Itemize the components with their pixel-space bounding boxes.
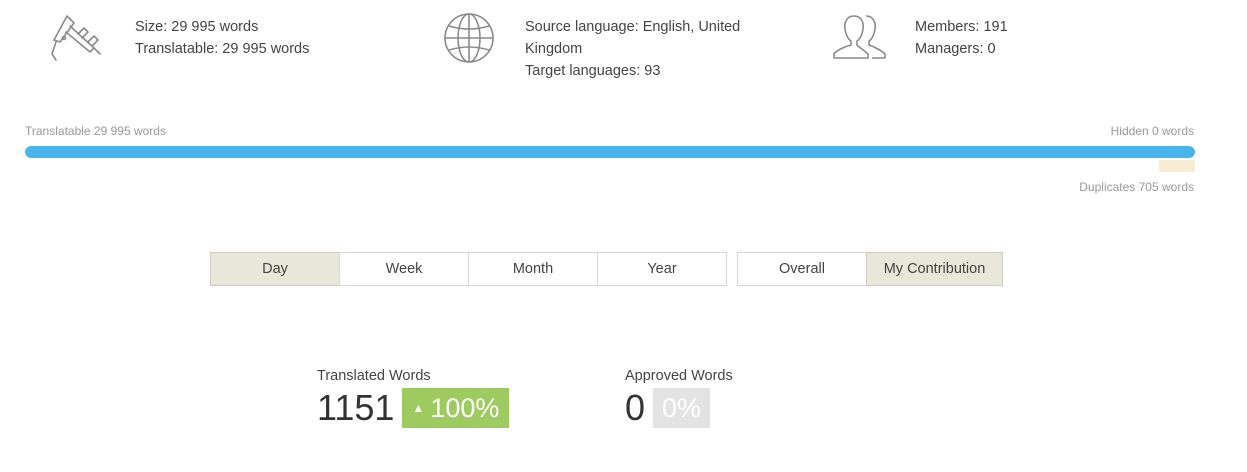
scope-tabs: Overall My Contribution	[737, 252, 1003, 286]
approved-change-badge: 0%	[653, 388, 711, 428]
source-language-text: Source language: English, United Kingdom	[525, 19, 741, 57]
duplicates-words-label: Duplicates 705 words	[1079, 180, 1194, 194]
translatable-words-label: Translatable 29 995 words	[25, 124, 166, 138]
words-progress-bar	[25, 146, 1195, 158]
tab-overall[interactable]: Overall	[737, 252, 867, 286]
managers-text: Managers: 0	[915, 41, 996, 57]
approved-words-value: 0	[625, 387, 646, 428]
period-tabs: Day Week Month Year	[210, 252, 727, 286]
translated-words-metric: Translated Words 1151 ▲ 100%	[317, 368, 510, 428]
tab-day[interactable]: Day	[210, 252, 340, 286]
approved-words-label: Approved Words	[625, 368, 733, 384]
users-icon	[832, 14, 888, 67]
tab-my-contribution[interactable]: My Contribution	[866, 252, 1003, 286]
caliper-icon	[50, 14, 106, 69]
translated-change-value: 100%	[430, 392, 500, 423]
duplicates-strip	[1159, 160, 1195, 172]
tab-year[interactable]: Year	[597, 252, 727, 286]
translated-words-value: 1151	[317, 387, 395, 428]
tab-week[interactable]: Week	[339, 252, 469, 286]
translated-words-label: Translated Words	[317, 368, 431, 384]
translated-change-badge: ▲ 100%	[402, 388, 510, 428]
translatable-fill	[25, 146, 1195, 158]
approved-change-value: 0%	[662, 392, 702, 423]
target-languages-text: Target languages: 93	[525, 63, 661, 79]
approved-words-metric: Approved Words 0 0%	[625, 368, 733, 428]
size-text: Size: 29 995 words	[135, 19, 259, 35]
up-arrow-icon: ▲	[412, 401, 425, 415]
members-text: Members: 191	[915, 19, 1008, 35]
translatable-text: Translatable: 29 995 words	[135, 41, 310, 57]
tab-month[interactable]: Month	[468, 252, 598, 286]
hidden-words-label: Hidden 0 words	[1110, 124, 1194, 138]
globe-icon	[443, 12, 495, 69]
